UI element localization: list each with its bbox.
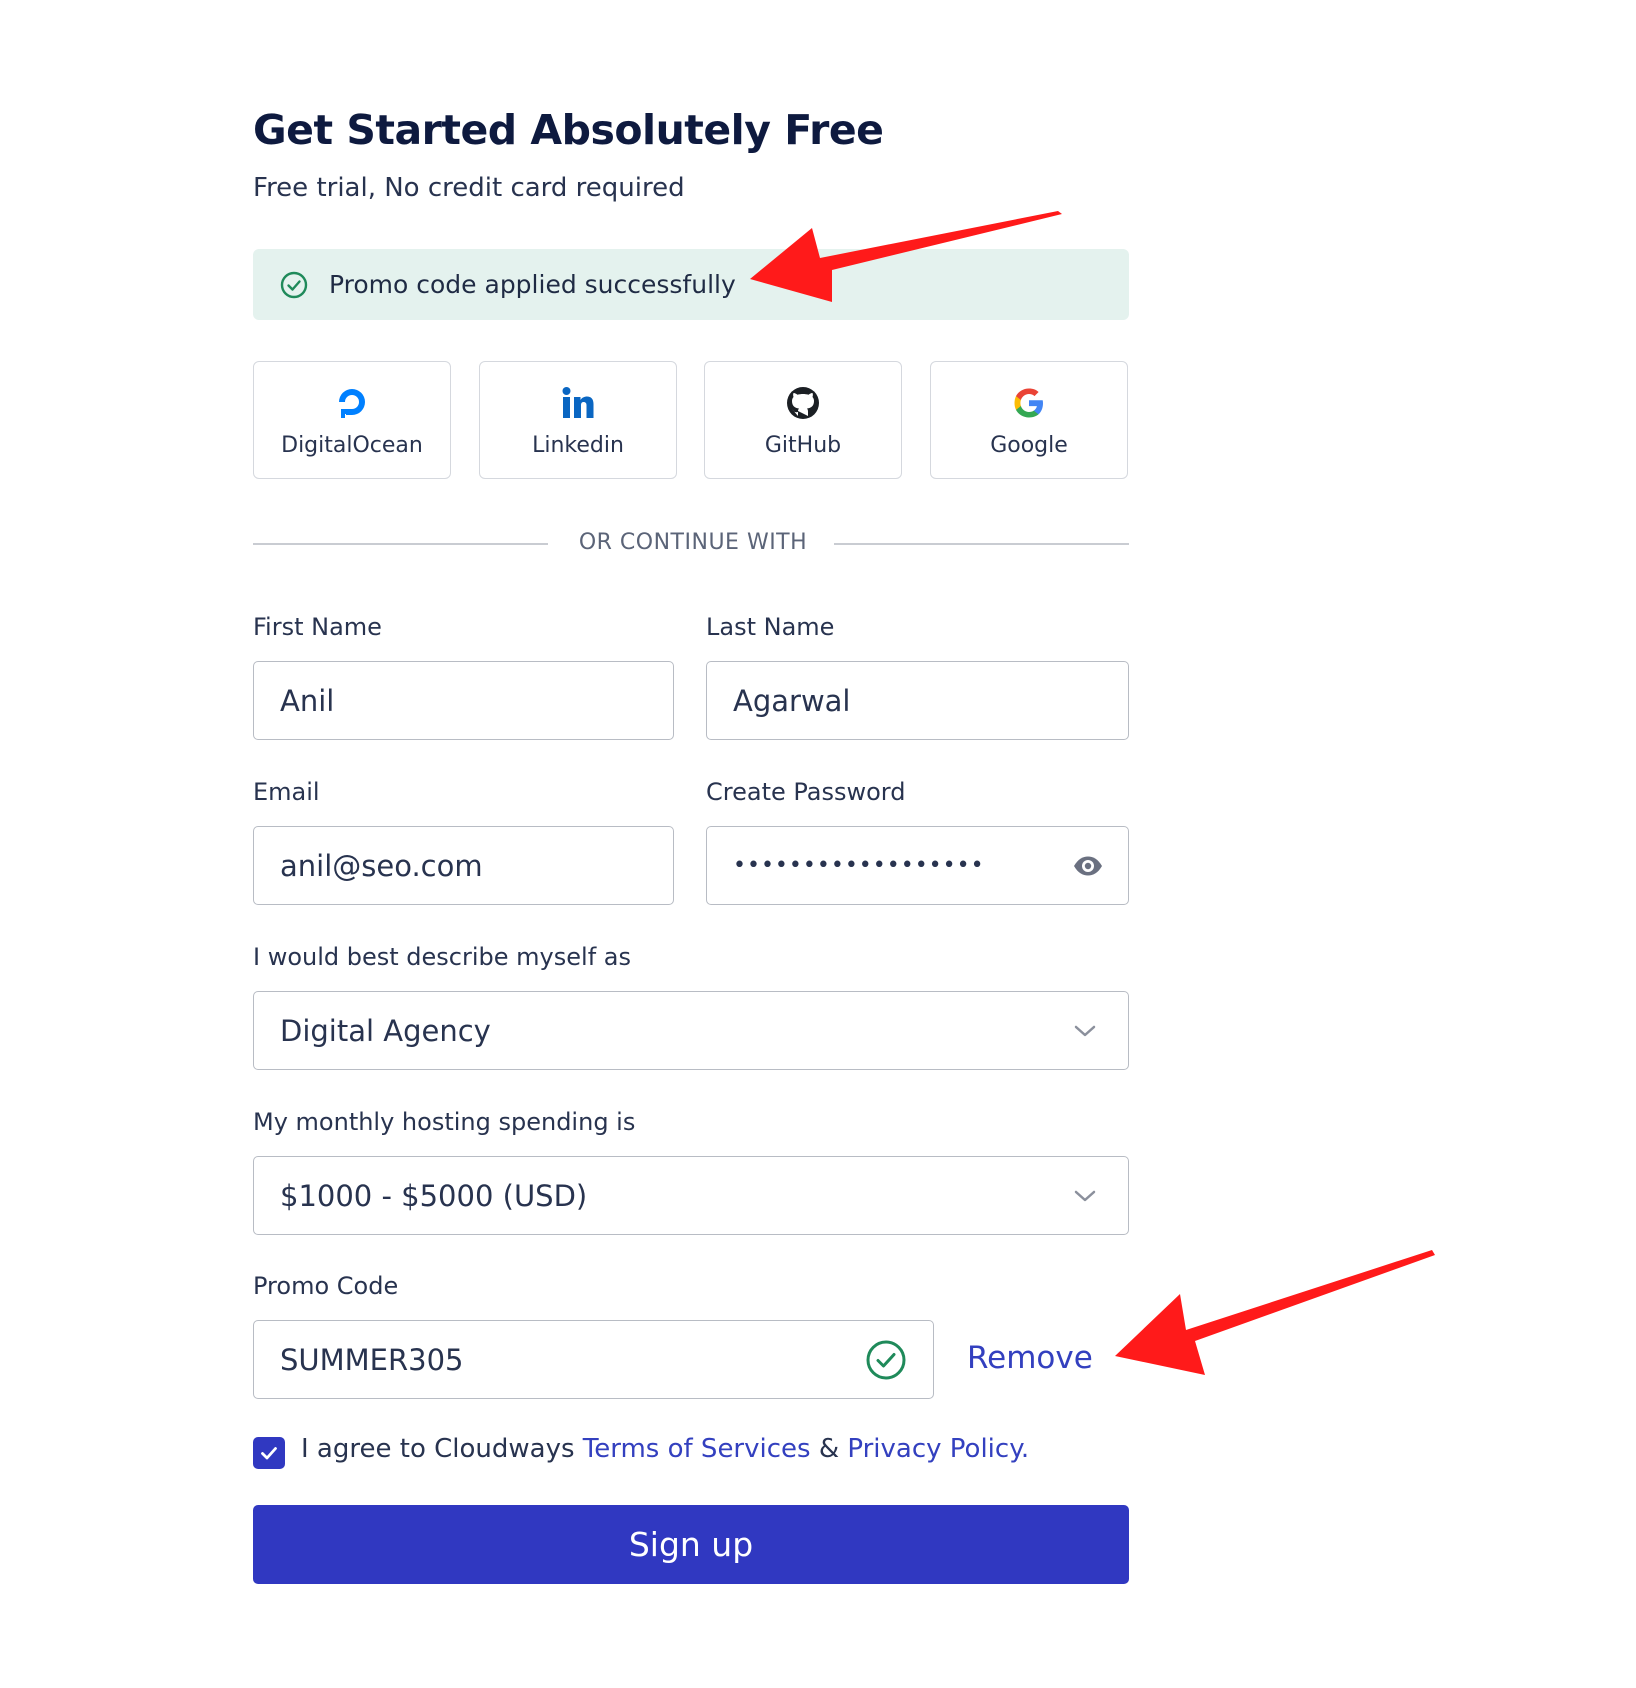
eye-icon[interactable]	[1072, 851, 1104, 881]
promo-code-label: Promo Code	[253, 1272, 399, 1300]
chevron-down-icon	[1072, 1183, 1098, 1209]
email-input[interactable]	[280, 848, 673, 883]
divider-line-left	[253, 543, 548, 545]
social-label: DigitalOcean	[281, 432, 423, 458]
digitalocean-icon	[332, 383, 372, 423]
github-button[interactable]: GitHub	[704, 361, 902, 479]
agree-text: I agree to Cloudways Terms of Services &…	[301, 1434, 1029, 1464]
check-circle-icon	[279, 270, 309, 300]
google-button[interactable]: Google	[930, 361, 1128, 479]
describe-selected-value: Digital Agency	[280, 1013, 491, 1048]
password-field[interactable]: ••••••••••••••••••	[706, 826, 1129, 905]
email-field[interactable]	[253, 826, 674, 905]
check-circle-icon	[865, 1339, 907, 1381]
last-name-field[interactable]	[706, 661, 1129, 740]
agree-prefix: I agree to Cloudways	[301, 1434, 575, 1464]
last-name-label: Last Name	[706, 613, 835, 641]
first-name-label: First Name	[253, 613, 382, 641]
terms-of-services-link[interactable]: Terms of Services	[583, 1434, 811, 1464]
agree-ampersand: &	[818, 1434, 840, 1464]
agree-checkbox[interactable]	[253, 1437, 285, 1469]
divider-text: OR CONTINUE WITH	[578, 530, 808, 555]
digitalocean-button[interactable]: DigitalOcean	[253, 361, 451, 479]
chevron-down-icon	[1072, 1018, 1098, 1044]
social-label: Linkedin	[532, 432, 624, 458]
annotation-arrow-icon	[1115, 1250, 1435, 1375]
describe-select[interactable]: Digital Agency	[253, 991, 1129, 1070]
last-name-input[interactable]	[733, 683, 1128, 718]
spending-selected-value: $1000 - $5000 (USD)	[280, 1178, 588, 1213]
linkedin-icon	[558, 383, 598, 423]
alert-message: Promo code applied successfully	[329, 270, 736, 299]
github-icon	[783, 383, 823, 423]
privacy-policy-link[interactable]: Privacy Policy.	[847, 1434, 1029, 1464]
promo-code-input[interactable]	[280, 1342, 840, 1377]
linkedin-button[interactable]: Linkedin	[479, 361, 677, 479]
social-label: GitHub	[764, 432, 842, 458]
sign-up-button[interactable]: Sign up	[253, 1505, 1129, 1584]
describe-label: I would best describe myself as	[253, 943, 631, 971]
spending-select[interactable]: $1000 - $5000 (USD)	[253, 1156, 1129, 1235]
page-title: Get Started Absolutely Free	[253, 106, 884, 154]
remove-promo-link[interactable]: Remove	[967, 1340, 1093, 1376]
social-label: Google	[990, 432, 1068, 458]
spending-label: My monthly hosting spending is	[253, 1108, 636, 1136]
annotation-arrow-icon	[750, 211, 1062, 302]
promo-code-field[interactable]	[253, 1320, 934, 1399]
divider-line-right	[834, 543, 1129, 545]
password-value: ••••••••••••••••••	[733, 853, 985, 878]
email-label: Email	[253, 778, 320, 806]
first-name-field[interactable]	[253, 661, 674, 740]
google-icon	[1009, 383, 1049, 423]
page-subtitle: Free trial, No credit card required	[253, 173, 685, 203]
password-label: Create Password	[706, 778, 906, 806]
first-name-input[interactable]	[280, 683, 673, 718]
checkmark-icon	[261, 1447, 277, 1460]
